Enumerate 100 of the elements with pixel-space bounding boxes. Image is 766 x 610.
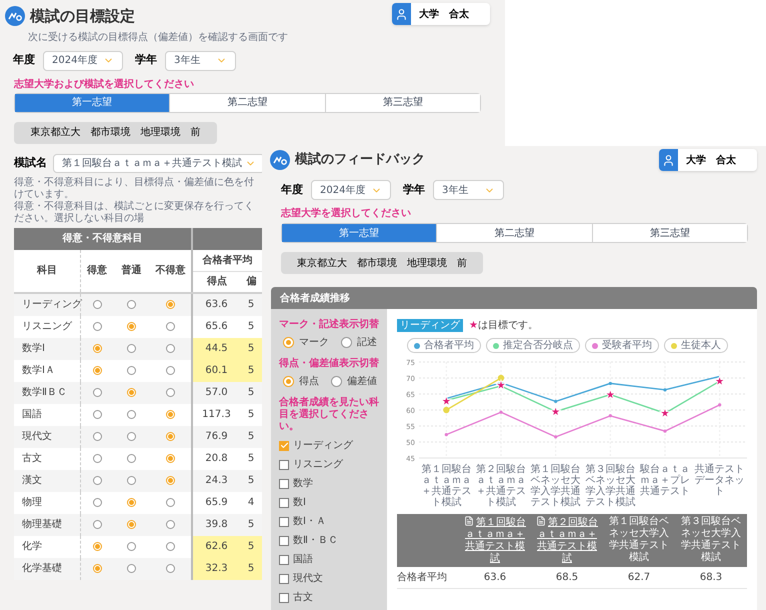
radio-button[interactable] <box>127 322 136 331</box>
radio-button[interactable] <box>127 388 136 397</box>
radio-button[interactable] <box>127 366 136 375</box>
chart-logo-icon <box>5 6 25 26</box>
radio-button[interactable] <box>127 520 136 529</box>
radio-button[interactable] <box>92 366 102 375</box>
table-cell-text: 数学ⅡＢＣ <box>22 386 67 400</box>
table-cell-text: 68.3 <box>698 571 724 585</box>
checkbox[interactable] <box>279 498 289 508</box>
column-header: 得意 <box>80 250 113 292</box>
checkbox[interactable] <box>279 592 289 602</box>
subject-tag: リーディング <box>397 319 463 332</box>
radio-button[interactable] <box>127 476 136 485</box>
checkbox[interactable] <box>279 516 289 526</box>
user-badge[interactable]: 大学 合太 <box>392 3 490 25</box>
checkbox[interactable] <box>279 554 289 564</box>
radio-button[interactable] <box>92 410 102 419</box>
radio-button[interactable] <box>92 388 102 397</box>
table-cell-text: 63.6 <box>482 571 508 585</box>
radio-button[interactable] <box>92 476 102 485</box>
tab[interactable]: 第一志望 <box>282 224 436 242</box>
table-cell-text: 化学 <box>22 540 42 554</box>
tab[interactable]: 第三志望 <box>592 224 747 242</box>
document-icon <box>464 516 474 526</box>
data-point <box>663 388 667 392</box>
axis-category-label: 共通テストデータネット <box>694 464 746 499</box>
radio-button[interactable] <box>283 337 294 348</box>
legend-pill[interactable]: 推定合否分岐点 <box>486 338 580 353</box>
radio-button[interactable] <box>166 388 175 397</box>
radio-button[interactable] <box>166 542 175 551</box>
radio-button[interactable] <box>166 498 175 507</box>
page-title: 模試の目標設定 <box>30 6 135 27</box>
radio-button[interactable] <box>166 410 175 419</box>
axis-category-label: 第３回駿台ベネッセ大学入学共通テスト模試 <box>584 464 636 508</box>
table-cell-text: 物理 <box>22 496 42 510</box>
radio-button[interactable] <box>166 300 175 309</box>
radio-button[interactable] <box>127 432 136 441</box>
radio-button[interactable] <box>166 564 175 573</box>
select-field[interactable]: 3年生 <box>165 50 236 70</box>
radio-button[interactable] <box>166 322 175 331</box>
select-field[interactable]: 2024年度 <box>43 50 123 70</box>
radio-button[interactable] <box>92 322 102 331</box>
radio-button[interactable] <box>92 300 102 309</box>
checkbox[interactable] <box>279 536 289 546</box>
table-cell-text: 5 <box>246 430 256 444</box>
radio-button[interactable] <box>166 366 175 375</box>
checkbox[interactable] <box>279 574 289 584</box>
radio-button[interactable] <box>92 542 102 551</box>
radio-button[interactable] <box>166 454 175 463</box>
checkbox-label: 国語 <box>293 552 313 567</box>
data-point <box>499 410 503 414</box>
radio-button[interactable] <box>92 564 102 573</box>
table-cell: 5 <box>240 536 262 558</box>
radio-button[interactable] <box>92 432 102 441</box>
radio-button[interactable] <box>127 410 136 419</box>
radio-button[interactable] <box>92 344 102 353</box>
checkbox-label: リーディング <box>293 439 353 453</box>
legend-pill[interactable]: 生徒本人 <box>664 338 728 353</box>
select-field[interactable]: 2024年度 <box>311 180 391 200</box>
radio-button[interactable] <box>127 498 136 507</box>
user-icon <box>662 154 675 166</box>
note-text: 得意・不得意科目は、模試ごとに変更保存を行ってください。選択しない科目の場 <box>14 200 255 224</box>
user-icon <box>395 8 408 20</box>
table-cell: 60.1 <box>191 360 240 382</box>
radio-button[interactable] <box>127 344 136 353</box>
radio-button[interactable] <box>127 542 136 551</box>
select-field[interactable]: 3年生 <box>433 180 504 200</box>
radio-button[interactable] <box>283 376 294 387</box>
page-title: 模試のフィードバック <box>295 151 425 170</box>
exam-link[interactable]: 第２回駿台ａｔａｍａ＋共通テスト模試 <box>533 516 601 565</box>
radio-button[interactable] <box>166 520 175 529</box>
checkbox[interactable] <box>279 460 289 470</box>
user-badge[interactable]: 大学 合太 <box>659 149 757 171</box>
checkbox-label: リスニング <box>293 458 343 472</box>
row-header: 合格者平均 <box>397 570 448 585</box>
radio-label: 記述 <box>357 336 377 350</box>
radio-button[interactable] <box>166 344 175 353</box>
radio-button[interactable] <box>127 300 136 309</box>
radio-button[interactable] <box>92 454 102 463</box>
table-cell-text: 4 <box>246 496 256 510</box>
radio-button[interactable] <box>166 432 175 441</box>
legend-pill[interactable]: 合格者平均 <box>407 338 481 353</box>
radio-button[interactable] <box>331 376 342 387</box>
data-point <box>554 435 558 438</box>
axis-category-label: 第１回駿台ベネッセ大学入学共通テスト模試 <box>530 464 582 508</box>
radio-button[interactable] <box>166 476 175 485</box>
radio-button[interactable] <box>92 520 102 529</box>
radio-button[interactable] <box>341 337 352 348</box>
table-cell: 5 <box>240 360 262 382</box>
legend-pill[interactable]: 受験者平均 <box>585 338 659 353</box>
radio-button[interactable] <box>127 454 136 463</box>
field-label: 模試名 <box>14 154 47 171</box>
radio-button[interactable] <box>92 498 102 507</box>
radio-button[interactable] <box>127 564 136 573</box>
tab[interactable]: 第三志望 <box>324 94 480 112</box>
tab[interactable]: 第一志望 <box>15 94 170 112</box>
select-field[interactable]: 第１回駿台ａｔａｍａ＋共通テスト模試 <box>53 154 265 172</box>
exam-link[interactable]: 第１回駿台ａｔａｍａ＋共通テスト模試 <box>461 516 529 565</box>
checkbox[interactable] <box>279 440 289 450</box>
checkbox[interactable] <box>279 478 289 488</box>
